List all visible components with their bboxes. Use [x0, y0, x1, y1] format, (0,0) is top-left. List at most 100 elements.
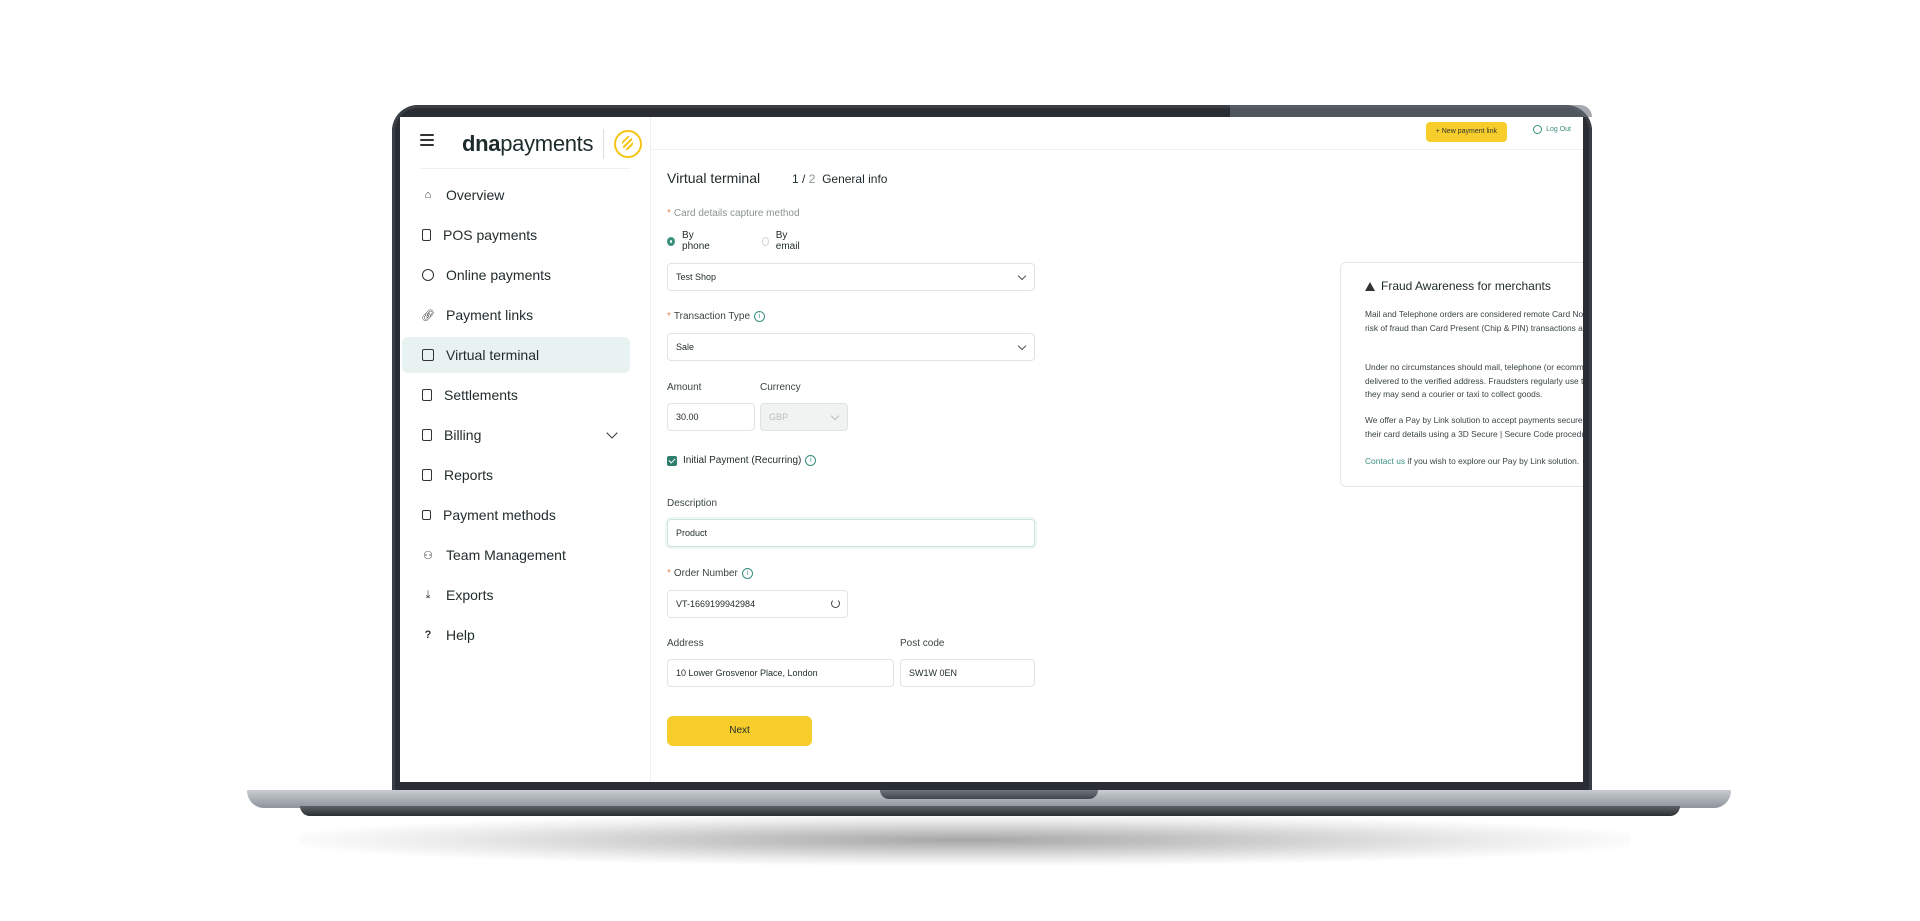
capture-method-label-text: Card details capture method [673, 208, 800, 219]
sidebar-item-payment-methods[interactable]: Payment methods [402, 497, 630, 533]
brand-name: dnapayments [462, 131, 594, 157]
warning-icon [1365, 281, 1375, 291]
address-value: 10 Lower Grosvenor Place, London [676, 668, 818, 678]
amount-value: 30.00 [676, 412, 699, 422]
description-input[interactable]: Product [667, 519, 1035, 547]
info-icon[interactable]: i [754, 311, 766, 322]
chevron-down-icon[interactable] [606, 427, 618, 439]
fraud-title-text: Fraud Awareness for merchants [1381, 279, 1551, 293]
currency-label: Currency [760, 382, 801, 393]
sidebar-nav: ⌂ Overview POS payments Online payments … [402, 177, 630, 657]
pos-terminal-icon [422, 229, 431, 241]
currency-select: GBP [760, 403, 848, 431]
sidebar-item-settlements[interactable]: Settlements [402, 377, 630, 413]
brand-logo: dnapayments [462, 129, 643, 159]
fraud-paragraph-3: We offer a Pay by Link solution to accep… [1365, 415, 1583, 439]
checkbox-checked-icon[interactable] [667, 455, 677, 466]
shop-select-value: Test Shop [676, 272, 717, 282]
order-number-label: * Order Number i [667, 568, 753, 579]
amount-input[interactable]: 30.00 [667, 403, 755, 431]
chevron-down-icon [1017, 341, 1027, 351]
sidebar-item-pos-payments[interactable]: POS payments [402, 217, 630, 253]
sidebar-item-exports[interactable]: ⤓ Exports [402, 577, 630, 613]
terminal-icon [422, 349, 434, 361]
order-number-input[interactable]: VT-1669199942984 [667, 590, 848, 618]
fraud-panel-title: Fraud Awareness for merchants [1365, 279, 1551, 293]
report-icon [422, 469, 432, 481]
team-icon: ⚇ [423, 549, 433, 562]
sidebar-item-reports[interactable]: Reports [402, 457, 630, 493]
initial-payment-checkbox[interactable]: Initial Payment (Recurring) i [667, 455, 817, 466]
sidebar-item-virtual-terminal[interactable]: Virtual terminal [402, 337, 630, 373]
postcode-input[interactable]: SW1W 0EN [900, 659, 1035, 687]
step-name: General info [822, 172, 888, 186]
sidebar-item-label: Reports [444, 467, 494, 483]
step-total: 2 [808, 172, 816, 186]
sidebar-item-label: Overview [446, 187, 505, 203]
sidebar-item-label: Online payments [446, 267, 552, 283]
new-payment-link-button[interactable]: + New payment link [1425, 122, 1507, 142]
sidebar-item-label: Help [446, 627, 475, 643]
sidebar-item-label: Billing [444, 427, 482, 443]
next-button[interactable]: Next [667, 716, 812, 746]
info-icon[interactable]: i [805, 455, 817, 466]
logout-button[interactable]: Log Out [1533, 125, 1571, 134]
brand-mark-icon [614, 130, 643, 158]
sidebar-item-label: Payment methods [443, 507, 556, 523]
sidebar: dnapayments ⌂ Overview POS payments Onli… [400, 117, 651, 782]
shop-select[interactable]: Test Shop [667, 263, 1035, 291]
capture-method-label: * Card details capture method [667, 208, 800, 219]
sidebar-item-payment-links[interactable]: 🔗︎ Payment links [402, 297, 630, 333]
logout-label: Log Out [1546, 126, 1571, 133]
radio-unselected-icon [762, 236, 769, 246]
app-screen: dnapayments ⌂ Overview POS payments Onli… [400, 117, 1583, 782]
transaction-type-label: * Transaction Type i [667, 311, 766, 322]
brand-name-rest: payments [500, 131, 594, 156]
contact-us-link[interactable]: Contact us [1365, 456, 1405, 466]
fraud-paragraph-4-text: if you wish to explore our Pay by Link s… [1407, 456, 1580, 466]
fraud-paragraph-4: Contact us if you wish to explore our Pa… [1365, 455, 1583, 469]
radio-selected-icon [667, 236, 676, 246]
step-separator: / [802, 172, 806, 186]
order-number-value: VT-1669199942984 [676, 599, 756, 609]
link-icon: 🔗︎ [421, 309, 435, 322]
description-label: Description [667, 498, 718, 509]
globe-icon [422, 269, 434, 281]
transaction-type-value: Sale [676, 342, 695, 352]
top-bar: + New payment link Log Out [650, 117, 1583, 150]
page-title: Virtual terminal [667, 170, 761, 186]
description-value: Product [676, 528, 708, 538]
step-indicator: 1 / 2 General info [792, 172, 887, 186]
billing-icon [422, 429, 432, 441]
address-input[interactable]: 10 Lower Grosvenor Place, London [667, 659, 894, 687]
brand-name-bold: dna [462, 131, 501, 156]
hamburger-menu-icon[interactable] [420, 134, 434, 146]
refresh-icon[interactable] [831, 599, 840, 608]
currency-value: GBP [769, 412, 789, 422]
info-icon[interactable]: i [741, 568, 753, 579]
sidebar-item-team-management[interactable]: ⚇ Team Management [402, 537, 630, 573]
radio-by-phone[interactable]: By phone [667, 230, 711, 252]
card-stack-icon [422, 510, 431, 520]
sidebar-item-overview[interactable]: ⌂ Overview [402, 177, 630, 213]
sidebar-item-online-payments[interactable]: Online payments [402, 257, 630, 293]
address-label: Address [667, 638, 704, 649]
sidebar-item-label: Settlements [444, 387, 518, 403]
postcode-value: SW1W 0EN [909, 668, 958, 678]
logo-divider [603, 129, 605, 159]
laptop-lid-highlight [1230, 105, 1592, 117]
laptop-notch [880, 790, 1098, 799]
radio-by-email-label: By email [775, 230, 800, 252]
laptop-base-underside [300, 806, 1680, 816]
order-number-label-text: Order Number [673, 568, 738, 580]
sidebar-item-label: POS payments [443, 227, 538, 243]
sidebar-item-help[interactable]: ? Help [402, 617, 630, 653]
sidebar-item-billing[interactable]: Billing [402, 417, 630, 453]
transaction-type-select[interactable]: Sale [667, 333, 1035, 361]
help-icon: ? [424, 629, 432, 641]
radio-by-phone-label: By phone [682, 230, 710, 252]
document-icon [422, 389, 432, 401]
logout-icon [1533, 125, 1543, 134]
laptop-shadow [300, 815, 1630, 865]
radio-by-email[interactable]: By email [762, 230, 802, 252]
